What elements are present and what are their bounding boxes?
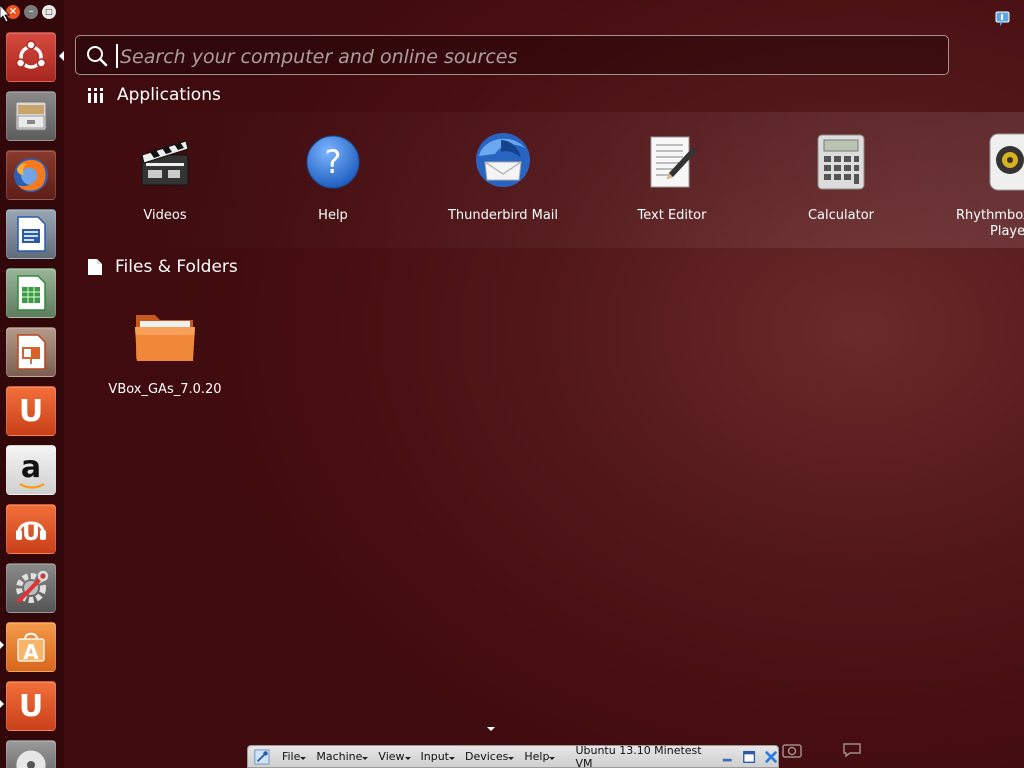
launcher-active-pip: [0, 700, 4, 708]
file-tile-vbox-gas[interactable]: VBox_GAs_7.0.20: [90, 304, 240, 398]
app-tile-help[interactable]: ? Help: [258, 130, 408, 224]
virtualbox-mini-toolbar: File Machine View Input Devices Help Ubu…: [247, 743, 779, 768]
app-label-rhythmbox: Rhythmbox: [956, 208, 1024, 223]
rhythmbox-icon: [989, 133, 1024, 191]
ubuntu-one-icon: U: [18, 688, 44, 724]
disc-icon: [15, 749, 47, 768]
launcher-item-libreoffice-impress[interactable]: [6, 327, 56, 377]
app-label-help: Help: [318, 208, 348, 223]
ubuntu-one-music-icon: U: [22, 520, 40, 546]
text-editor-icon: [650, 136, 697, 188]
minimize-icon[interactable]: [721, 750, 733, 764]
vbox-menu-help[interactable]: Help: [524, 750, 556, 763]
ubuntu-logo-icon: [15, 40, 47, 69]
search-icon: [87, 46, 108, 67]
mouse-cursor-icon: [0, 5, 10, 23]
social-lens-icon[interactable]: [842, 742, 862, 758]
vbox-menu-devices[interactable]: Devices: [465, 750, 515, 763]
text-caret: [116, 44, 118, 68]
app-tile-calculator[interactable]: Calculator: [766, 130, 916, 224]
camera-lens-icon[interactable]: [782, 742, 802, 758]
launcher-item-amazon[interactable]: a: [6, 445, 56, 495]
files-folders-header[interactable]: Files & Folders: [87, 257, 238, 277]
close-icon[interactable]: [764, 749, 778, 765]
launcher-item-system-settings[interactable]: [6, 563, 56, 613]
notification-icon[interactable]: [995, 11, 1011, 27]
folder-icon: [135, 315, 195, 361]
vbox-menu-file[interactable]: File: [282, 750, 307, 763]
launcher: × – □ U a U A U: [0, 0, 64, 768]
maximize-icon[interactable]: □: [42, 5, 56, 19]
applications-title: Applications: [117, 85, 221, 105]
launcher-item-dvd[interactable]: [6, 740, 56, 768]
app-label-text-editor: Text Editor: [637, 208, 707, 223]
dash-pointer-arrow: [59, 51, 64, 61]
pin-icon[interactable]: [254, 748, 270, 766]
dash-search-box[interactable]: [75, 35, 949, 75]
launcher-item-files[interactable]: [6, 91, 56, 141]
ubuntu-one-icon: U: [18, 393, 44, 429]
amazon-smile-icon: [19, 483, 45, 489]
impress-icon: [17, 334, 46, 370]
app-tile-text-editor[interactable]: Text Editor: [597, 130, 747, 224]
launcher-active-pip: [0, 641, 4, 649]
launcher-item-firefox[interactable]: [6, 150, 56, 200]
applications-category-icon: [88, 88, 103, 103]
amazon-icon: a: [20, 449, 42, 485]
launcher-item-software-center[interactable]: A: [6, 622, 56, 672]
file-category-icon: [88, 259, 102, 275]
scroll-indicator: [487, 727, 495, 731]
app-label-videos: Videos: [143, 208, 187, 223]
thunderbird-icon: [476, 133, 530, 187]
clapperboard-icon: [141, 140, 189, 186]
vbox-menu-machine[interactable]: Machine: [316, 750, 369, 763]
vbox-menu-view[interactable]: View: [378, 750, 411, 763]
app-tile-videos[interactable]: Videos: [90, 130, 240, 224]
writer-icon: [17, 216, 46, 252]
app-tile-rhythmbox[interactable]: Rhythmbox Playe: [943, 130, 1024, 240]
vbox-menu-input[interactable]: Input: [421, 750, 456, 763]
settings-icon: [16, 570, 49, 603]
calculator-icon: [817, 134, 865, 190]
app-label-calculator: Calculator: [807, 208, 874, 223]
launcher-item-ubuntu-one-music[interactable]: U: [6, 504, 56, 554]
help-icon: ?: [306, 135, 360, 189]
software-center-icon: A: [23, 640, 39, 664]
launcher-item-ubuntu-one-2[interactable]: U: [6, 681, 56, 731]
restore-icon[interactable]: [742, 749, 756, 765]
app-tile-thunderbird[interactable]: Thunderbird Mail: [428, 130, 578, 224]
app-label-thunderbird: Thunderbird Mail: [447, 208, 559, 223]
minimize-icon[interactable]: –: [24, 5, 38, 19]
vbox-vm-title: Ubuntu 13.10 Minetest VM: [575, 743, 702, 768]
svg-text:?: ?: [325, 143, 342, 181]
window-controls: × – □: [6, 5, 56, 19]
launcher-item-libreoffice-writer[interactable]: [6, 209, 56, 259]
calc-icon: [17, 275, 46, 311]
files-folders-title: Files & Folders: [115, 257, 238, 277]
applications-header[interactable]: Applications: [87, 85, 221, 105]
app-label-rhythmbox-line2: Playe: [990, 224, 1024, 239]
file-label-vbox-gas: VBox_GAs_7.0.20: [108, 382, 222, 397]
launcher-item-dash-home[interactable]: [6, 32, 56, 82]
launcher-item-ubuntu-one[interactable]: U: [6, 386, 56, 436]
launcher-item-libreoffice-calc[interactable]: [6, 268, 56, 318]
file-cabinet-icon: [15, 101, 47, 131]
firefox-icon: [14, 158, 48, 192]
search-input[interactable]: [118, 42, 922, 72]
